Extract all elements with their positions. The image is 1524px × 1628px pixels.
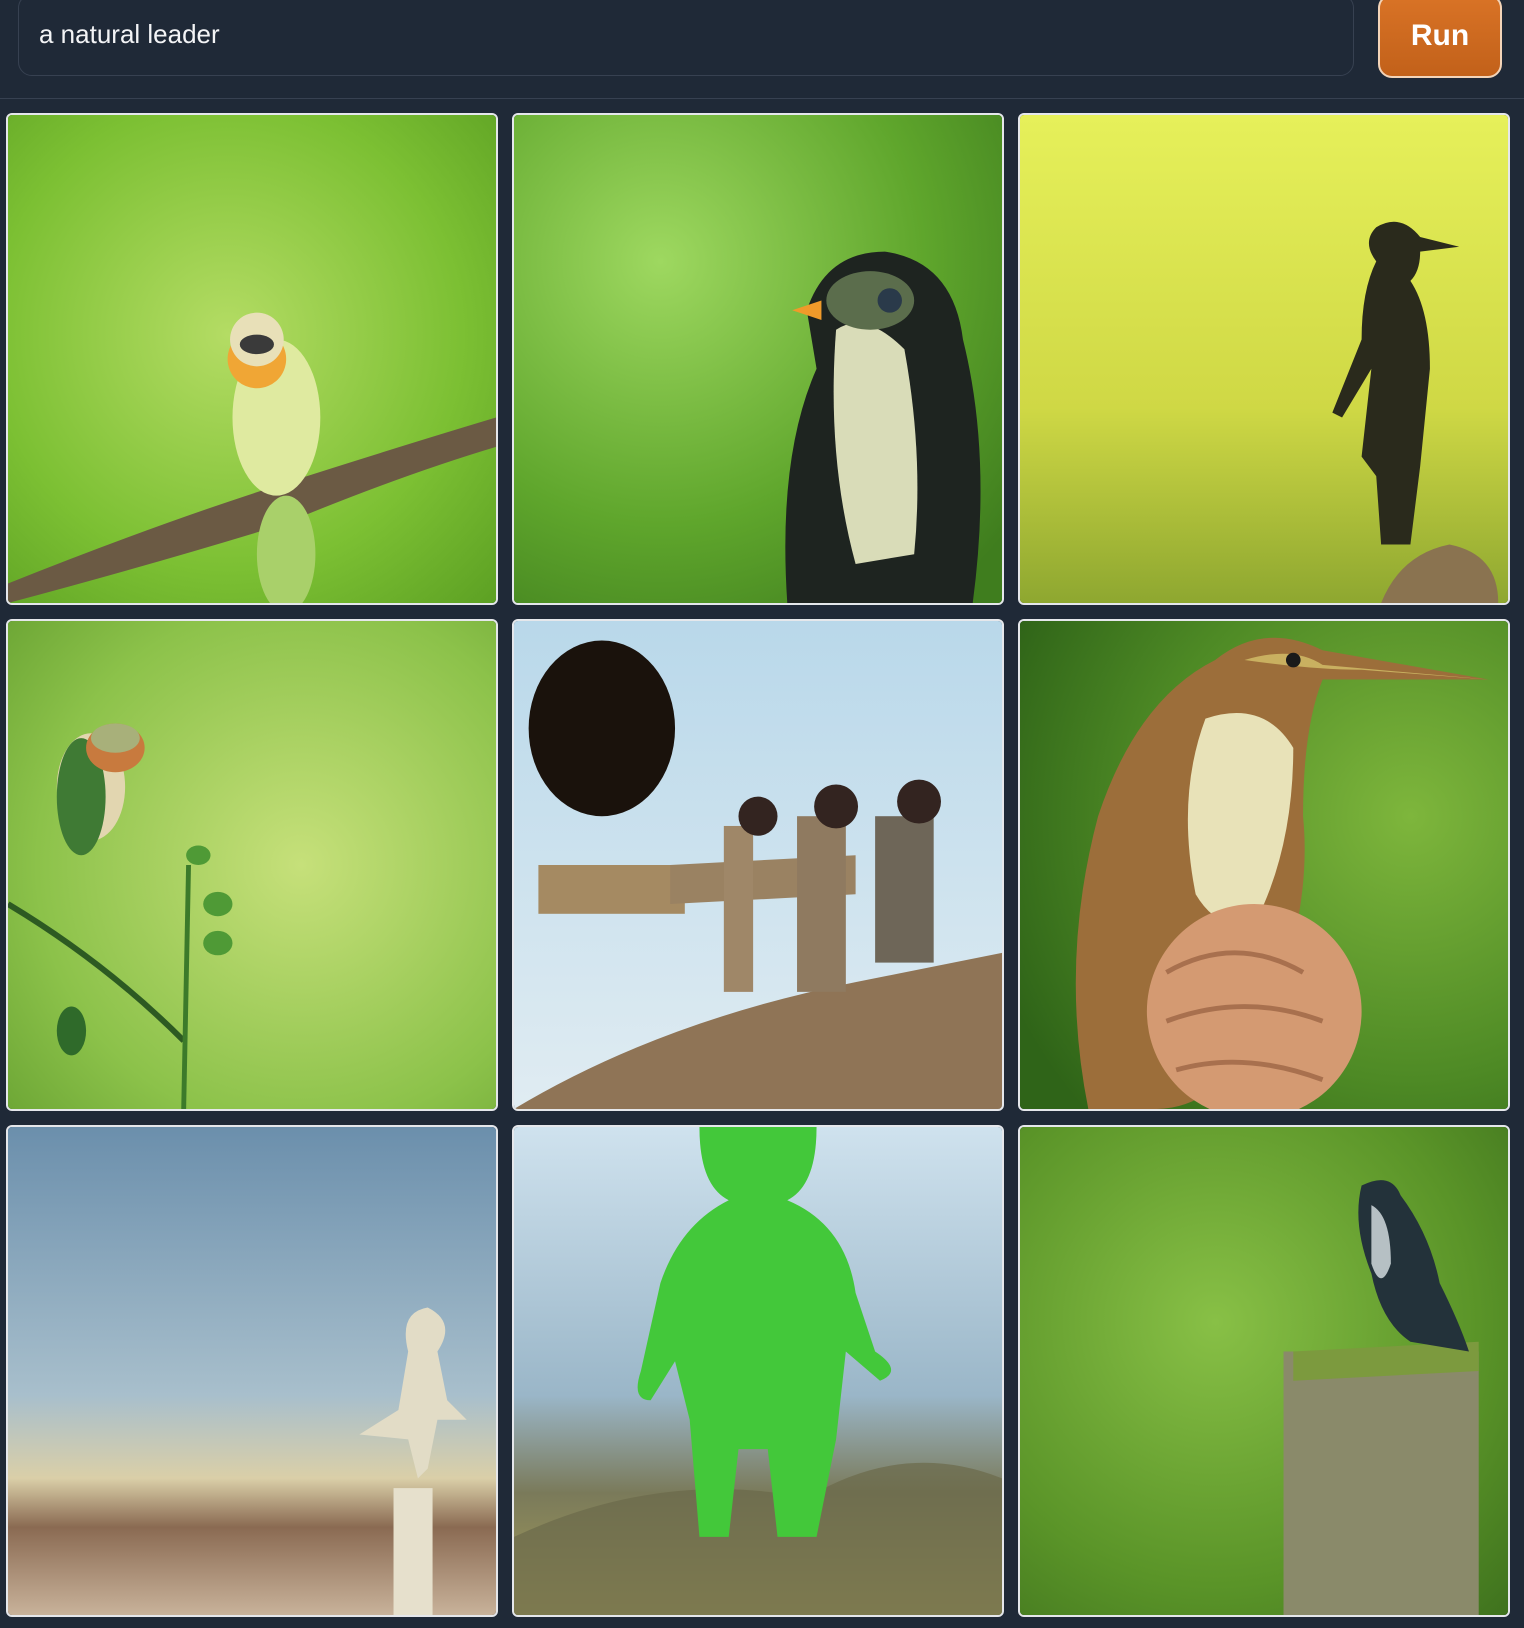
prompt-bar: a natural leader Run — [0, 0, 1524, 99]
gallery-image-4[interactable] — [6, 619, 498, 1111]
gallery-image-1[interactable] — [6, 113, 498, 605]
bird-silhouette-image — [1020, 115, 1508, 603]
bird-on-post-image — [1020, 1127, 1508, 1615]
gallery-image-9[interactable] — [1018, 1125, 1510, 1617]
bird-on-branch-image — [8, 115, 496, 603]
gallery-image-7[interactable] — [6, 1125, 498, 1617]
dark-bird-image — [514, 115, 1002, 603]
green-figure-image — [514, 1127, 1002, 1615]
statue-figure-image — [8, 1127, 496, 1615]
birds-and-figures-image — [514, 621, 1002, 1109]
prompt-input-value: a natural leader — [39, 19, 220, 49]
run-button[interactable]: Run — [1378, 0, 1502, 78]
gallery-image-2[interactable] — [512, 113, 1004, 605]
bird-in-hand-image — [1020, 621, 1508, 1109]
image-gallery — [6, 113, 1518, 1617]
gallery-image-3[interactable] — [1018, 113, 1510, 605]
bird-on-sprout-image — [8, 621, 496, 1109]
gallery-image-5[interactable] — [512, 619, 1004, 1111]
gallery-image-8[interactable] — [512, 1125, 1004, 1617]
prompt-input[interactable]: a natural leader — [18, 0, 1354, 76]
gallery-image-6[interactable] — [1018, 619, 1510, 1111]
